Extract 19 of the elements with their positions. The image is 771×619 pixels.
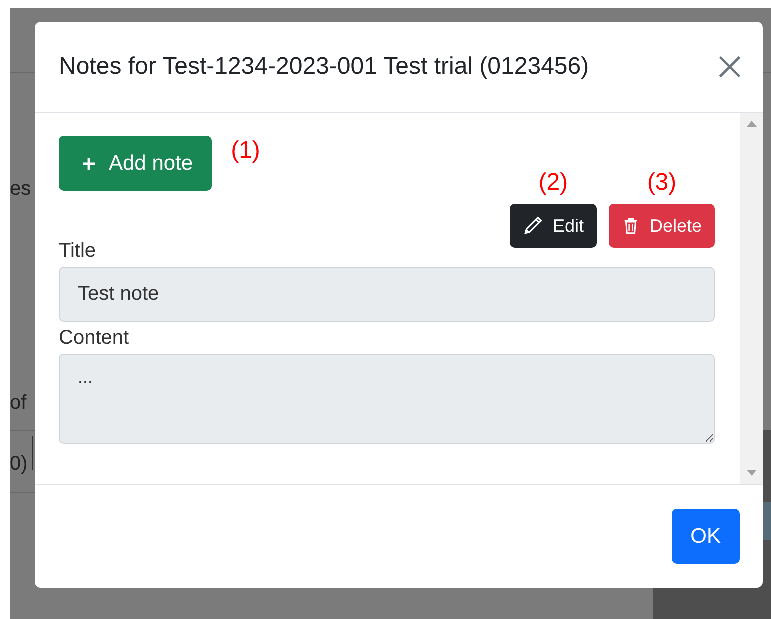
field-label: Title [59, 239, 98, 263]
pencil-icon [522, 216, 543, 236]
close-icon[interactable] [717, 54, 743, 80]
scroll-up-icon[interactable] [746, 121, 756, 127]
background-text: of [10, 392, 27, 415]
field-label: Content [59, 326, 130, 350]
scrollbar[interactable] [740, 113, 763, 484]
ok-button[interactable]: OK [672, 509, 740, 564]
annotation-label: (2) [538, 168, 568, 198]
scroll-down-icon[interactable] [746, 470, 756, 476]
add-note-button[interactable]: Add note [59, 136, 212, 191]
dialog-title: Notes for Test-1234-2023-001 Test trial (0123456) [59, 53, 590, 81]
background-text: 0) [10, 453, 28, 476]
delete-button[interactable]: Delete [608, 204, 715, 248]
edit-button[interactable]: Edit [510, 204, 597, 248]
background-text: es [10, 178, 32, 201]
plus-icon [81, 156, 97, 172]
annotation-label: (1) [231, 136, 260, 166]
annotation-label: (3) [647, 168, 677, 198]
